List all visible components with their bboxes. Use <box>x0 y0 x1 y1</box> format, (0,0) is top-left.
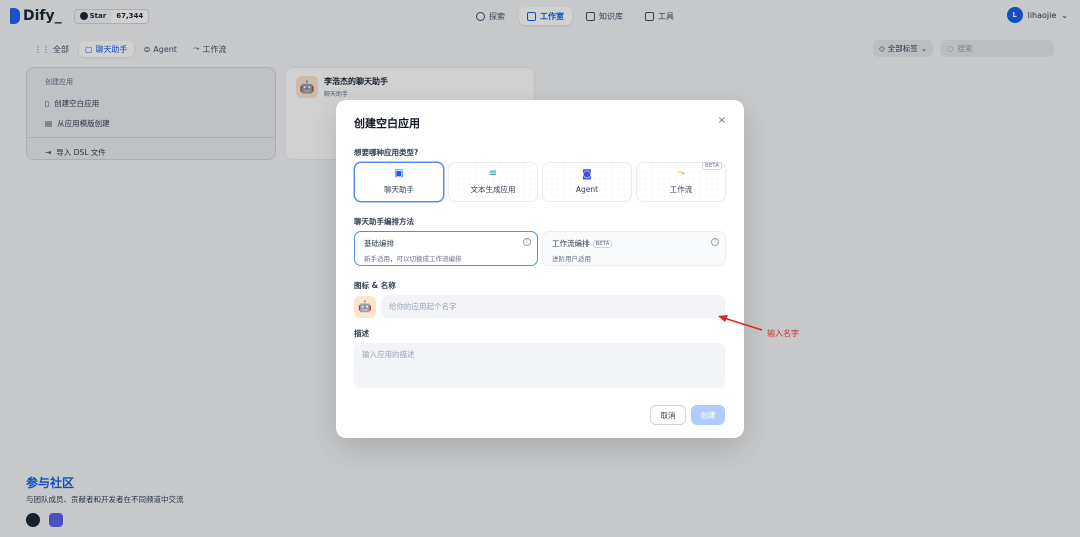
name-label: 图标 & 名称 <box>354 281 396 290</box>
dialog-title: 创建空白应用 <box>354 117 420 130</box>
type-label: 聊天助手 <box>384 185 414 194</box>
type-workflow[interactable]: BETA ⤳ 工作流 <box>636 162 726 202</box>
annotation-arrow <box>718 315 763 331</box>
cancel-button[interactable]: 取消 <box>650 405 686 425</box>
type-chatbot[interactable]: ▣ 聊天助手 <box>354 162 444 202</box>
type-label: Agent <box>575 185 599 194</box>
app-icon-picker[interactable]: 🤖 <box>354 295 376 318</box>
beta-badge: BETA <box>592 239 613 248</box>
mode-label: 聊天助手编排方法 <box>354 217 414 226</box>
app-name-input[interactable] <box>381 295 725 318</box>
agent-icon: ◙ <box>582 169 592 180</box>
desc-label: 描述 <box>354 329 369 338</box>
mode-workflow[interactable]: 工作流编排 BETA 进阶用户适用 ? <box>542 231 726 266</box>
app-type-options: ▣ 聊天助手 ≡ 文本生成应用 ◙ Agent BETA ⤳ 工作流 <box>354 162 726 202</box>
mode-desc: 进阶用户适用 <box>552 255 591 263</box>
create-blank-app-dialog: 创建空白应用 × 想要哪种应用类型? ▣ 聊天助手 ≡ 文本生成应用 ◙ Agent … <box>336 100 744 438</box>
text-gen-icon: ≡ <box>488 168 498 179</box>
orchestration-modes: 基础编排 新手适用，可以切换成工作流编排 ? 工作流编排 BETA 进阶用户适用 … <box>354 231 726 266</box>
help-icon[interactable]: ? <box>523 238 531 246</box>
app-description-input[interactable] <box>354 343 725 388</box>
app-type-question: 想要哪种应用类型? <box>354 148 419 157</box>
help-icon[interactable]: ? <box>711 238 719 246</box>
close-icon[interactable]: × <box>718 115 726 126</box>
create-button[interactable]: 创建 <box>691 405 725 425</box>
beta-badge: BETA <box>702 162 722 170</box>
type-label: 文本生成应用 <box>470 185 516 194</box>
mode-title: 基础编排 <box>364 239 394 248</box>
type-text-generation[interactable]: ≡ 文本生成应用 <box>448 162 538 202</box>
mode-basic[interactable]: 基础编排 新手适用，可以切换成工作流编排 ? <box>354 231 538 266</box>
mode-title: 工作流编排 <box>552 239 590 248</box>
workflow-icon: ⤳ <box>677 168 685 179</box>
annotation-text: 输入名字 <box>767 329 799 338</box>
mode-desc: 新手适用，可以切换成工作流编排 <box>364 255 462 263</box>
chat-bot-icon: ▣ <box>394 168 404 179</box>
type-label: 工作流 <box>669 185 693 194</box>
type-agent[interactable]: ◙ Agent <box>542 162 632 202</box>
